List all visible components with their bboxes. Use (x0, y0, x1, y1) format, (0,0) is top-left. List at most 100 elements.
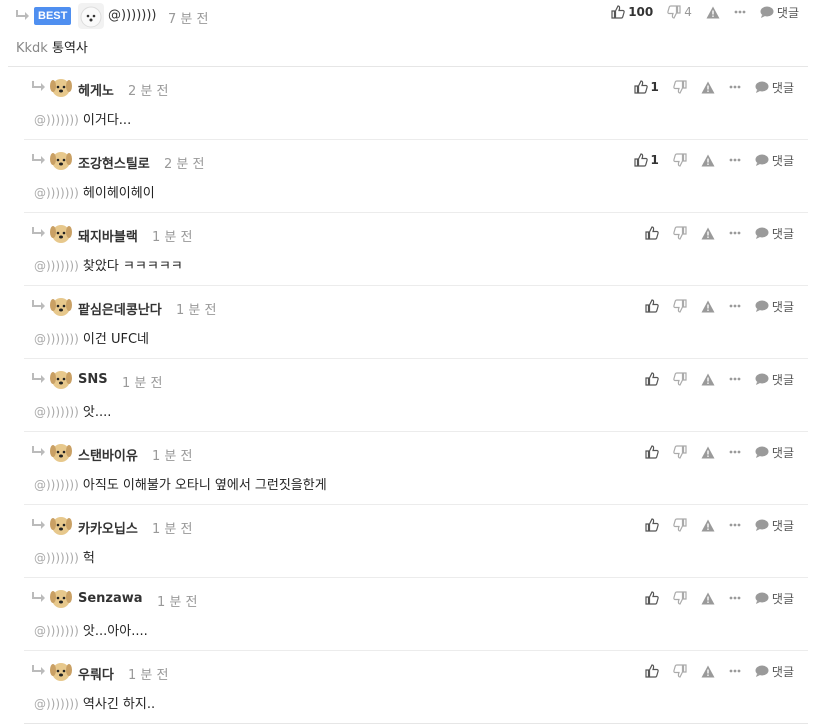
avatar[interactable] (48, 512, 74, 538)
dislike-button[interactable] (673, 299, 687, 313)
reply-nickname[interactable]: 우뤄다 (78, 664, 114, 683)
reply-body: @))))))) 이거다... (34, 109, 131, 128)
thumbs-up-icon (645, 445, 659, 459)
like-button[interactable] (645, 299, 659, 313)
avatar[interactable] (48, 658, 74, 684)
speech-bubble-icon (755, 81, 769, 93)
report-button[interactable] (701, 81, 715, 94)
more-button[interactable] (734, 10, 746, 14)
like-button[interactable] (645, 518, 659, 532)
reply-button[interactable]: 댓글 (755, 79, 794, 96)
like-count: 1 (650, 80, 659, 94)
more-button[interactable] (729, 669, 741, 673)
reply-mention[interactable]: @))))))) (34, 551, 79, 565)
reply-mention[interactable]: @))))))) (34, 405, 79, 419)
reply-nickname[interactable]: 조강현스틸로 (78, 153, 150, 172)
reply-nickname[interactable]: 돼지바블랙 (78, 226, 138, 245)
like-button[interactable] (645, 664, 659, 678)
report-button[interactable] (706, 6, 720, 19)
more-button[interactable] (729, 158, 741, 162)
more-button[interactable] (729, 85, 741, 89)
reply-mention[interactable]: @))))))) (34, 624, 79, 638)
like-button[interactable]: 1 (633, 80, 659, 94)
reply-mention[interactable]: @))))))) (34, 478, 79, 492)
more-button[interactable] (729, 596, 741, 600)
like-button[interactable]: 1 (633, 153, 659, 167)
reply-nickname[interactable]: 팥심은데콩난다 (78, 299, 162, 318)
like-button[interactable] (645, 372, 659, 386)
report-button[interactable] (701, 300, 715, 313)
more-button[interactable] (729, 377, 741, 381)
reply-nickname[interactable]: 스탠바이유 (78, 445, 138, 464)
dislike-button[interactable] (673, 518, 687, 532)
speech-bubble-icon (755, 446, 769, 458)
dislike-button[interactable] (673, 664, 687, 678)
reply-button[interactable]: 댓글 (755, 444, 794, 461)
reply-button[interactable]: 댓글 (755, 663, 794, 680)
thumbs-down-icon (667, 5, 681, 19)
avatar[interactable] (48, 147, 74, 173)
dislike-button[interactable] (673, 372, 687, 386)
reply-mention[interactable]: @))))))) (34, 186, 79, 200)
report-button[interactable] (701, 373, 715, 386)
report-button[interactable] (701, 227, 715, 240)
report-button[interactable] (701, 446, 715, 459)
dislike-button[interactable] (673, 153, 687, 167)
avatar[interactable] (48, 220, 74, 246)
reply-button[interactable]: 댓글 (760, 4, 799, 21)
more-button[interactable] (729, 523, 741, 527)
reply-arrow-icon (32, 227, 45, 237)
more-icon (729, 450, 741, 454)
reply-button[interactable]: 댓글 (755, 590, 794, 607)
dislike-button[interactable] (673, 80, 687, 94)
reply-button[interactable]: 댓글 (755, 225, 794, 242)
reply-mention[interactable]: @))))))) (34, 113, 79, 127)
more-button[interactable] (729, 304, 741, 308)
thumbs-up-icon (645, 591, 659, 605)
reply-text: 앗.... (82, 405, 112, 420)
reply-nickname[interactable]: 헤게노 (78, 80, 114, 99)
report-button[interactable] (701, 154, 715, 167)
reply-label: 댓글 (771, 226, 794, 241)
like-count: 100 (628, 5, 654, 19)
report-button[interactable] (701, 519, 715, 532)
report-button[interactable] (701, 592, 715, 605)
dislike-button[interactable] (673, 445, 687, 459)
reply-actions: 댓글 (631, 443, 794, 461)
reply-label: 댓글 (771, 153, 794, 168)
avatar[interactable] (48, 293, 74, 319)
avatar[interactable] (48, 366, 74, 392)
like-button[interactable]: 100 (611, 5, 653, 19)
reply-nickname[interactable]: Senzawa (78, 591, 143, 606)
report-button[interactable] (701, 665, 715, 678)
avatar[interactable] (78, 3, 104, 29)
more-button[interactable] (729, 231, 741, 235)
speech-bubble-icon (755, 227, 769, 239)
reply-mention[interactable]: @))))))) (34, 332, 79, 346)
like-button[interactable] (645, 591, 659, 605)
reply-time: 1 분 전 (152, 230, 193, 245)
dislike-button[interactable] (673, 226, 687, 240)
avatar[interactable] (48, 439, 74, 465)
reply-button[interactable]: 댓글 (755, 517, 794, 534)
reply-nickname[interactable]: SNS (78, 372, 108, 387)
reply-button[interactable]: 댓글 (755, 298, 794, 315)
reply-button[interactable]: 댓글 (755, 371, 794, 388)
reply-mention[interactable]: @))))))) (34, 697, 79, 711)
more-button[interactable] (729, 450, 741, 454)
like-button[interactable] (645, 445, 659, 459)
dislike-button[interactable]: 4 (667, 5, 692, 19)
thumbs-down-icon (673, 153, 687, 167)
avatar[interactable] (48, 585, 74, 611)
reply-nickname[interactable]: 카카오닙스 (78, 518, 138, 537)
reply-item: 팥심은데콩난다 1 분 전 @))))))) 이건 UFC네 댓글 (24, 286, 808, 359)
reply-arrow-icon (32, 592, 45, 602)
reply-button[interactable]: 댓글 (755, 152, 794, 169)
reply-mention[interactable]: @))))))) (34, 259, 79, 273)
more-icon (729, 377, 741, 381)
comment-nickname[interactable]: @))))))) (108, 8, 157, 23)
avatar[interactable] (48, 74, 74, 100)
dog-avatar-icon (50, 444, 72, 462)
dislike-button[interactable] (673, 591, 687, 605)
like-button[interactable] (645, 226, 659, 240)
